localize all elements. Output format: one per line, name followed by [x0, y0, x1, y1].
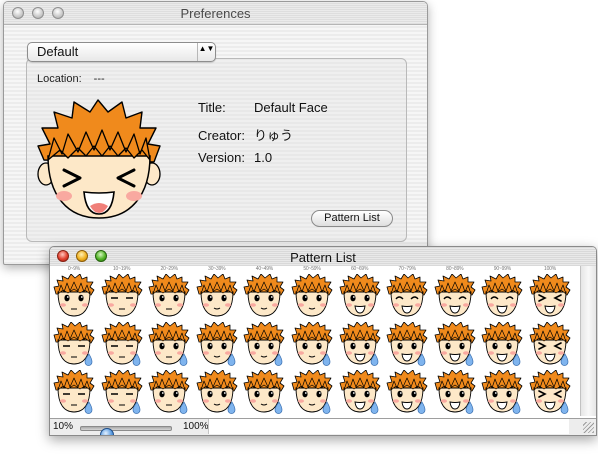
boy-face-expression-icon[interactable]	[147, 321, 191, 366]
boy-face-expression-icon[interactable]	[528, 321, 572, 366]
pattern-column-label: 60~69%	[350, 266, 369, 272]
face-set-popup[interactable]: Default ▲▼	[27, 42, 216, 62]
boy-face-expression-icon[interactable]	[52, 369, 96, 414]
pattern-column-label: 0~9%	[67, 266, 81, 272]
boy-face-expression-icon[interactable]	[195, 369, 239, 414]
creator-row: Creator: りゅう	[198, 125, 293, 144]
creator-value: りゅう	[254, 128, 294, 143]
window-title: Preferences	[180, 6, 251, 21]
face-preview-icon	[34, 98, 164, 222]
window-title: Pattern List	[290, 250, 356, 265]
zoom-min-label: 10%	[53, 421, 74, 432]
pattern-column-label: 40~49%	[255, 266, 274, 272]
boy-face-expression-icon[interactable]	[385, 321, 429, 366]
boy-face-expression-icon[interactable]	[290, 273, 334, 318]
boy-face-expression-icon[interactable]	[242, 369, 286, 414]
boy-face-expression-icon[interactable]	[195, 321, 239, 366]
zoom-max-label: 100%	[183, 421, 209, 432]
boy-face-expression-icon[interactable]	[480, 273, 524, 318]
popup-arrows-icon: ▲▼	[197, 43, 215, 61]
pattern-list-button[interactable]: Pattern List	[311, 210, 393, 227]
pattern-column-label: 70~79%	[398, 266, 416, 272]
vertical-scrollbar[interactable]	[580, 266, 596, 416]
resize-grip-icon[interactable]	[583, 422, 594, 433]
boy-face-expression-icon[interactable]	[242, 321, 286, 366]
boy-face-expression-icon[interactable]	[100, 273, 144, 318]
boy-face-expression-icon[interactable]	[195, 273, 239, 318]
zoom-status-bar: 10% 100%	[50, 418, 596, 435]
title-row: Title: Default Face	[198, 100, 328, 115]
version-value: 1.0	[254, 150, 273, 165]
boy-face-expression-icon[interactable]	[338, 321, 382, 366]
pattern-column-label: 20~29%	[160, 266, 178, 272]
pattern-column-label: 90~99%	[493, 266, 512, 272]
boy-face-expression-icon[interactable]	[433, 273, 477, 318]
pattern-column-label: 100%	[544, 266, 556, 272]
boy-face-expression-icon[interactable]	[528, 369, 572, 414]
location-label: Location:	[37, 73, 82, 85]
version-key: Version:	[198, 150, 245, 165]
boy-face-expression-icon[interactable]	[290, 369, 334, 414]
popup-selected-value: Default	[37, 44, 79, 59]
boy-face-expression-icon[interactable]	[338, 369, 382, 414]
boy-face-expression-icon[interactable]	[100, 321, 144, 366]
zoom-slider-thumb[interactable]	[100, 428, 115, 435]
version-row: Version: 1.0	[198, 150, 272, 165]
pattern-list-titlebar[interactable]: Pattern List	[50, 247, 596, 267]
pattern-column-label: 50~59%	[303, 266, 321, 272]
boy-face-expression-icon[interactable]	[385, 273, 429, 318]
boy-face-expression-icon[interactable]	[528, 273, 572, 318]
preferences-window: Preferences Default ▲▼ Location: --- Tit…	[3, 1, 428, 265]
title-key: Title:	[198, 100, 226, 115]
boy-face-expression-icon[interactable]	[290, 321, 334, 366]
boy-face-expression-icon[interactable]	[480, 321, 524, 366]
pattern-column-label: 10~19%	[112, 266, 131, 272]
pattern-list-window: Pattern List 0~9% 10~19% 20~29% 30~39% 40~49…	[49, 246, 597, 436]
boy-face-expression-icon[interactable]	[242, 273, 286, 318]
boy-face-expression-icon[interactable]	[52, 273, 96, 318]
zoom-slider[interactable]	[80, 426, 172, 435]
pattern-column-label: 30~39%	[208, 266, 226, 272]
pattern-grid: 0~9% 10~19% 20~29% 30~39% 40~49% 50~59% 60~69%…	[50, 266, 580, 416]
boy-face-expression-icon[interactable]	[100, 369, 144, 414]
boy-face-expression-icon[interactable]	[147, 273, 191, 318]
location-value: ---	[93, 73, 105, 85]
boy-face-expression-icon[interactable]	[52, 321, 96, 366]
preferences-titlebar[interactable]: Preferences	[4, 2, 427, 25]
boy-face-expression-icon[interactable]	[147, 369, 191, 414]
location-row: Location: ---	[37, 73, 105, 85]
pattern-column-label: 80~89%	[446, 266, 464, 272]
boy-face-expression-icon[interactable]	[433, 321, 477, 366]
title-value: Default Face	[254, 100, 328, 115]
status-field	[208, 419, 569, 434]
boy-face-expression-icon[interactable]	[338, 273, 382, 318]
creator-key: Creator:	[198, 128, 245, 143]
boy-face-expression-icon[interactable]	[385, 369, 429, 414]
boy-face-expression-icon[interactable]	[433, 369, 477, 414]
boy-face-expression-icon[interactable]	[480, 369, 524, 414]
